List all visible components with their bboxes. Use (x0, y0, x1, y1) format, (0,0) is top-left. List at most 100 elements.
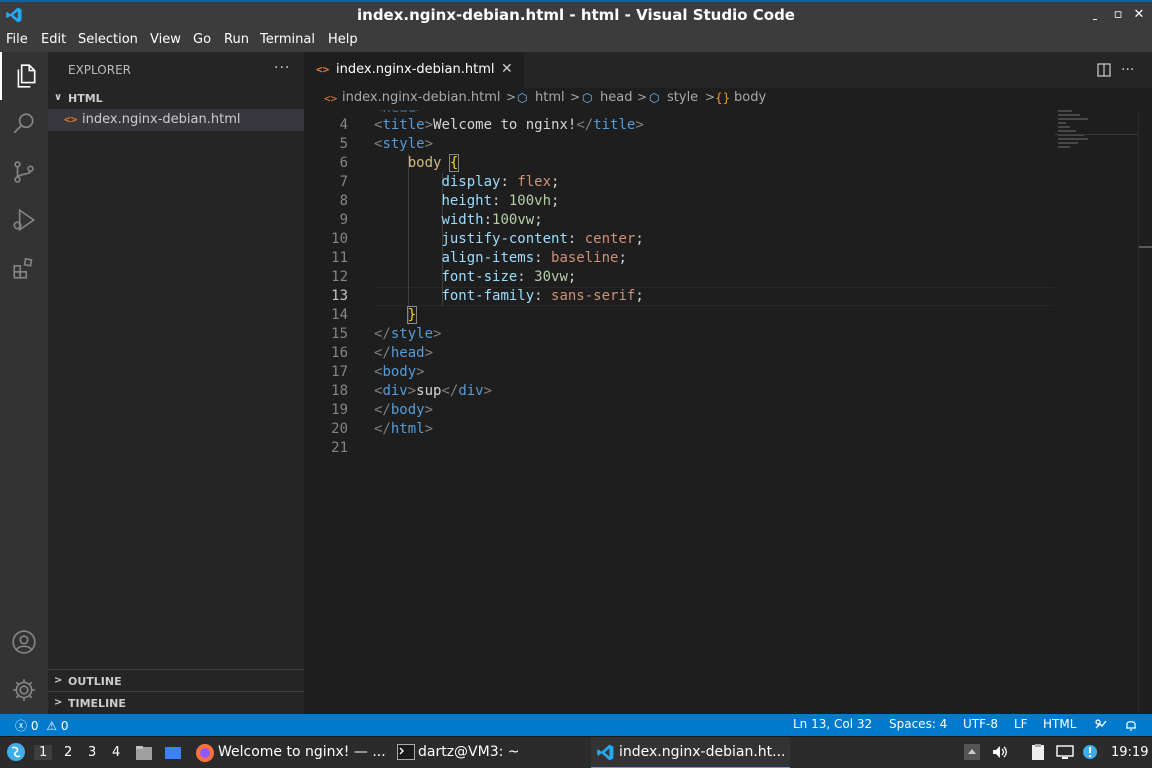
window-title: index.nginx-debian.html - html - Visual … (357, 6, 795, 24)
tab-label: index.nginx-debian.html (336, 62, 495, 77)
firefox-icon (196, 744, 214, 762)
line-number: 5 (339, 136, 348, 152)
clipboard-icon[interactable] (1029, 743, 1047, 761)
line-number: 17 (331, 364, 348, 380)
code-line[interactable]: justify-content: center; (374, 231, 643, 250)
breadcrumb-head[interactable]: head (600, 90, 632, 105)
menu-terminal[interactable]: Terminal (260, 32, 315, 47)
menu-edit[interactable]: Edit (41, 32, 66, 47)
update-notifier-icon[interactable] (1081, 743, 1099, 761)
code-editor[interactable]: <head> 4<title>Welcome to nginx!</title>… (304, 110, 1152, 714)
code-line[interactable]: </head> (374, 345, 433, 364)
code-line[interactable]: <div>sup</div> (374, 383, 492, 402)
code-line[interactable]: <style> (374, 136, 433, 155)
chevron-down-icon: ∨ (54, 92, 63, 103)
maximize-button[interactable]: ▫ (1110, 7, 1126, 23)
breadcrumb-separator: > (506, 90, 517, 104)
run-debug-button[interactable] (0, 196, 48, 244)
code-line[interactable]: } (374, 306, 418, 326)
outline-label: OUTLINE (68, 675, 122, 688)
indentation-status[interactable]: Spaces: 4 (889, 717, 947, 731)
menu-help[interactable]: Help (328, 32, 358, 47)
menu-go[interactable]: Go (193, 32, 211, 47)
file-manager-icon[interactable] (134, 743, 154, 763)
tray-arrow-icon[interactable] (963, 743, 981, 761)
task-vscode[interactable]: index.nginx-debian.ht... (591, 737, 790, 768)
cursor-position[interactable]: Ln 13, Col 32 (793, 717, 872, 731)
code-line[interactable]: width:100vw; (374, 212, 542, 231)
code-line[interactable]: </html> (374, 421, 433, 440)
code-line[interactable]: <body> (374, 364, 425, 383)
line-number: 8 (339, 193, 348, 209)
network-icon[interactable] (1056, 743, 1074, 761)
line-number: 9 (339, 212, 348, 228)
title-bar: index.nginx-debian.html - html - Visual … (0, 0, 1152, 29)
line-number: 15 (331, 326, 348, 342)
code-line[interactable]: </body> (374, 402, 433, 421)
breadcrumb-html[interactable]: html (535, 90, 565, 105)
workspace-2[interactable]: 2 (64, 745, 72, 760)
element-icon: ⬡ (582, 91, 593, 105)
search-button[interactable] (0, 100, 48, 148)
task-firefox[interactable]: Welcome to nginx! — ... (192, 737, 386, 768)
close-window-button[interactable]: ✕ (1131, 7, 1147, 23)
minimize-button[interactable]: ˍ (1087, 7, 1103, 23)
minimap[interactable] (1054, 110, 1138, 714)
explorer-sidebar: EXPLORER ··· ∨ HTML <> index.nginx-debia… (48, 52, 304, 714)
accounts-button[interactable] (0, 618, 48, 666)
language-mode[interactable]: HTML (1043, 717, 1076, 731)
code-line[interactable]: <title>Welcome to nginx!</title> (374, 117, 644, 136)
tab-index-html[interactable]: <> index.nginx-debian.html ✕ (304, 52, 524, 88)
extensions-button[interactable] (0, 244, 48, 292)
sidebar-more-actions[interactable]: ··· (274, 60, 290, 76)
file-item-index[interactable]: <> index.nginx-debian.html (48, 109, 304, 131)
start-menu-icon[interactable] (6, 742, 26, 762)
warning-count: 0 (60, 719, 69, 733)
show-desktop-icon[interactable] (163, 743, 183, 763)
vertical-scrollbar[interactable] (1138, 110, 1152, 714)
eol-status[interactable]: LF (1014, 717, 1028, 731)
workspace-1[interactable]: 1 (34, 745, 53, 760)
manage-gear-icon (13, 679, 35, 701)
code-line[interactable]: font-size: 30vw; (374, 269, 576, 288)
timeline-label: TIMELINE (68, 697, 126, 710)
code-line[interactable]: align-items: baseline; (374, 250, 626, 269)
menu-run[interactable]: Run (224, 32, 249, 47)
breadcrumb-separator: > (637, 90, 648, 104)
workspace-4[interactable]: 4 (112, 745, 120, 760)
code-line[interactable]: height: 100vh; (374, 193, 559, 212)
menu-view[interactable]: View (150, 32, 181, 47)
code-line[interactable]: font-family: sans-serif; (374, 288, 643, 307)
encoding-status[interactable]: UTF-8 (963, 717, 998, 731)
workspace-3[interactable]: 3 (88, 745, 96, 760)
breadcrumb-body[interactable]: body (734, 90, 766, 105)
breadcrumb-file[interactable]: index.nginx-debian.html (342, 90, 501, 105)
breadcrumb-style[interactable]: style (667, 90, 698, 105)
breadcrumb-separator: > (570, 90, 581, 104)
notifications-bell-icon[interactable] (1124, 718, 1138, 732)
scrollbar-thumb[interactable] (1139, 246, 1152, 248)
error-icon: ⓧ (15, 719, 28, 733)
code-line[interactable]: </style> (374, 326, 441, 345)
timeline-section[interactable]: > TIMELINE (48, 691, 304, 713)
code-line[interactable]: display: flex; (374, 174, 559, 193)
outline-section[interactable]: > OUTLINE (48, 669, 304, 691)
volume-icon[interactable] (991, 743, 1009, 761)
explorer-button[interactable] (0, 52, 48, 100)
feedback-icon[interactable] (1094, 718, 1108, 732)
folder-html[interactable]: ∨ HTML (48, 87, 304, 109)
extensions-icon (13, 257, 33, 279)
code-line[interactable]: body { (374, 154, 460, 174)
source-control-button[interactable] (0, 148, 48, 196)
menu-selection[interactable]: Selection (78, 32, 138, 47)
close-tab-icon[interactable]: ✕ (501, 61, 513, 77)
split-editor-icon[interactable] (1097, 63, 1111, 77)
manage-button[interactable] (0, 666, 48, 714)
task-terminal[interactable]: dartz@VM3: ~ (394, 737, 584, 768)
menu-file[interactable]: File (6, 32, 28, 47)
editor-more-actions[interactable]: ··· (1121, 62, 1134, 78)
problems-status[interactable]: ⓧ 0 ⚠ 0 (15, 717, 69, 734)
line-number: 11 (331, 250, 348, 266)
line-number: 21 (331, 440, 348, 456)
line-number: 16 (331, 345, 348, 361)
